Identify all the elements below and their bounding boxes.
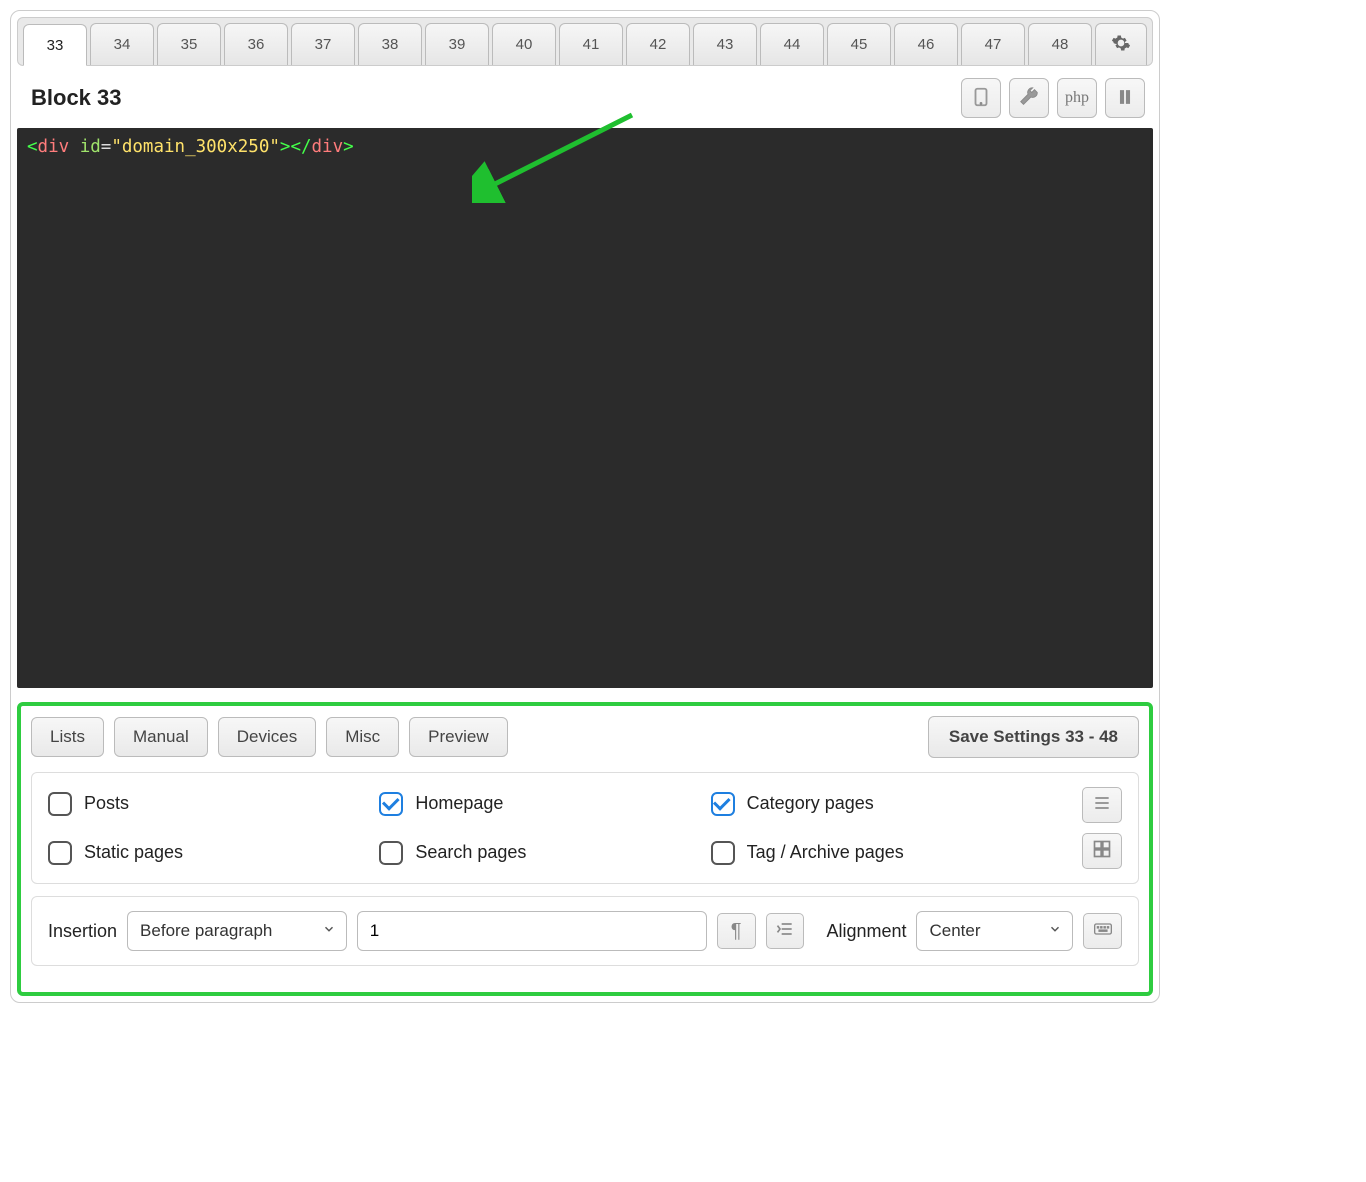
tab-39[interactable]: 39 bbox=[425, 23, 489, 65]
insertion-select[interactable]: Before paragraph bbox=[127, 911, 347, 951]
settings-panel: 33343536373839404142434445464748 Block 3… bbox=[10, 10, 1160, 1003]
tab-37[interactable]: 37 bbox=[291, 23, 355, 65]
grid-view-button[interactable] bbox=[1082, 833, 1122, 869]
tagarchive-label: Tag / Archive pages bbox=[747, 842, 904, 863]
devices-button[interactable]: Devices bbox=[218, 717, 316, 757]
tag-archive-checkbox[interactable] bbox=[711, 841, 735, 865]
pause-icon bbox=[1114, 86, 1136, 111]
insertion-section: Insertion Before paragraph ¶ Alignment bbox=[31, 896, 1139, 966]
tab-41[interactable]: 41 bbox=[559, 23, 623, 65]
homepage-checkbox[interactable] bbox=[379, 792, 403, 816]
manual-button[interactable]: Manual bbox=[114, 717, 208, 757]
grid-icon bbox=[1092, 839, 1112, 864]
insertion-settings-box: Lists Manual Devices Misc Preview Save S… bbox=[17, 702, 1153, 996]
tab-settings-gear[interactable] bbox=[1095, 23, 1147, 65]
page-types-side-buttons bbox=[1042, 787, 1122, 869]
tab-43[interactable]: 43 bbox=[693, 23, 757, 65]
pilcrow-icon: ¶ bbox=[731, 920, 742, 943]
tablet-icon bbox=[970, 86, 992, 111]
alignment-select-value: Center bbox=[929, 921, 980, 941]
indent-list-icon bbox=[775, 919, 795, 944]
tools-button[interactable] bbox=[1009, 78, 1049, 118]
category-checkbox-row: Category pages bbox=[711, 792, 1042, 816]
posts-checkbox[interactable] bbox=[48, 792, 72, 816]
tab-46[interactable]: 46 bbox=[894, 23, 958, 65]
gear-icon bbox=[1111, 33, 1131, 57]
alignment-label: Alignment bbox=[826, 921, 906, 942]
code-editor-wrap: <div id="domain_300x250"></div> bbox=[17, 128, 1153, 688]
tab-48[interactable]: 48 bbox=[1028, 23, 1092, 65]
keyboard-button[interactable] bbox=[1083, 913, 1122, 949]
list-view-button[interactable] bbox=[1082, 787, 1122, 823]
tab-34[interactable]: 34 bbox=[90, 23, 154, 65]
code-editor[interactable]: <div id="domain_300x250"></div> bbox=[17, 128, 1153, 688]
search-label: Search pages bbox=[415, 842, 526, 863]
settings-button-row: Lists Manual Devices Misc Preview Save S… bbox=[31, 716, 1139, 758]
chevron-down-icon bbox=[322, 921, 336, 941]
static-checkbox-row: Static pages bbox=[48, 841, 379, 865]
php-button[interactable]: php bbox=[1057, 78, 1097, 118]
static-label: Static pages bbox=[84, 842, 183, 863]
static-pages-checkbox[interactable] bbox=[48, 841, 72, 865]
tab-40[interactable]: 40 bbox=[492, 23, 556, 65]
tab-44[interactable]: 44 bbox=[760, 23, 824, 65]
block-tool-buttons: php bbox=[961, 78, 1145, 118]
posts-checkbox-row: Posts bbox=[48, 792, 379, 816]
keyboard-icon bbox=[1093, 919, 1113, 944]
paragraph-number-input[interactable] bbox=[357, 911, 707, 951]
preview-button[interactable]: Preview bbox=[409, 717, 507, 757]
tab-33[interactable]: 33 bbox=[23, 24, 87, 66]
wrench-icon bbox=[1018, 86, 1040, 111]
tagarchive-checkbox-row: Tag / Archive pages bbox=[711, 841, 1042, 865]
alignment-select[interactable]: Center bbox=[916, 911, 1073, 951]
page-types-grid: Posts Homepage Category pages bbox=[48, 787, 1122, 869]
homepage-checkbox-row: Homepage bbox=[379, 792, 710, 816]
block-title: Block 33 bbox=[31, 85, 122, 111]
block-tabs: 33343536373839404142434445464748 bbox=[17, 17, 1153, 66]
paragraph-button[interactable]: ¶ bbox=[717, 913, 756, 949]
pause-button[interactable] bbox=[1105, 78, 1145, 118]
tab-38[interactable]: 38 bbox=[358, 23, 422, 65]
insertion-label: Insertion bbox=[48, 921, 117, 942]
list-lines-icon bbox=[1092, 793, 1112, 818]
tab-45[interactable]: 45 bbox=[827, 23, 891, 65]
block-header: Block 33 php bbox=[17, 66, 1153, 128]
category-label: Category pages bbox=[747, 793, 874, 814]
paragraph-list-button[interactable] bbox=[766, 913, 805, 949]
tab-47[interactable]: 47 bbox=[961, 23, 1025, 65]
device-preview-button[interactable] bbox=[961, 78, 1001, 118]
lists-button[interactable]: Lists bbox=[31, 717, 104, 757]
search-pages-checkbox[interactable] bbox=[379, 841, 403, 865]
posts-label: Posts bbox=[84, 793, 129, 814]
insertion-select-value: Before paragraph bbox=[140, 921, 272, 941]
misc-button[interactable]: Misc bbox=[326, 717, 399, 757]
homepage-label: Homepage bbox=[415, 793, 503, 814]
tab-36[interactable]: 36 bbox=[224, 23, 288, 65]
chevron-down-icon bbox=[1048, 921, 1062, 941]
save-settings-button[interactable]: Save Settings 33 - 48 bbox=[928, 716, 1139, 758]
tab-35[interactable]: 35 bbox=[157, 23, 221, 65]
tab-42[interactable]: 42 bbox=[626, 23, 690, 65]
page-types-section: Posts Homepage Category pages bbox=[31, 772, 1139, 884]
search-checkbox-row: Search pages bbox=[379, 841, 710, 865]
category-pages-checkbox[interactable] bbox=[711, 792, 735, 816]
insertion-row: Insertion Before paragraph ¶ Alignment bbox=[48, 911, 1122, 951]
